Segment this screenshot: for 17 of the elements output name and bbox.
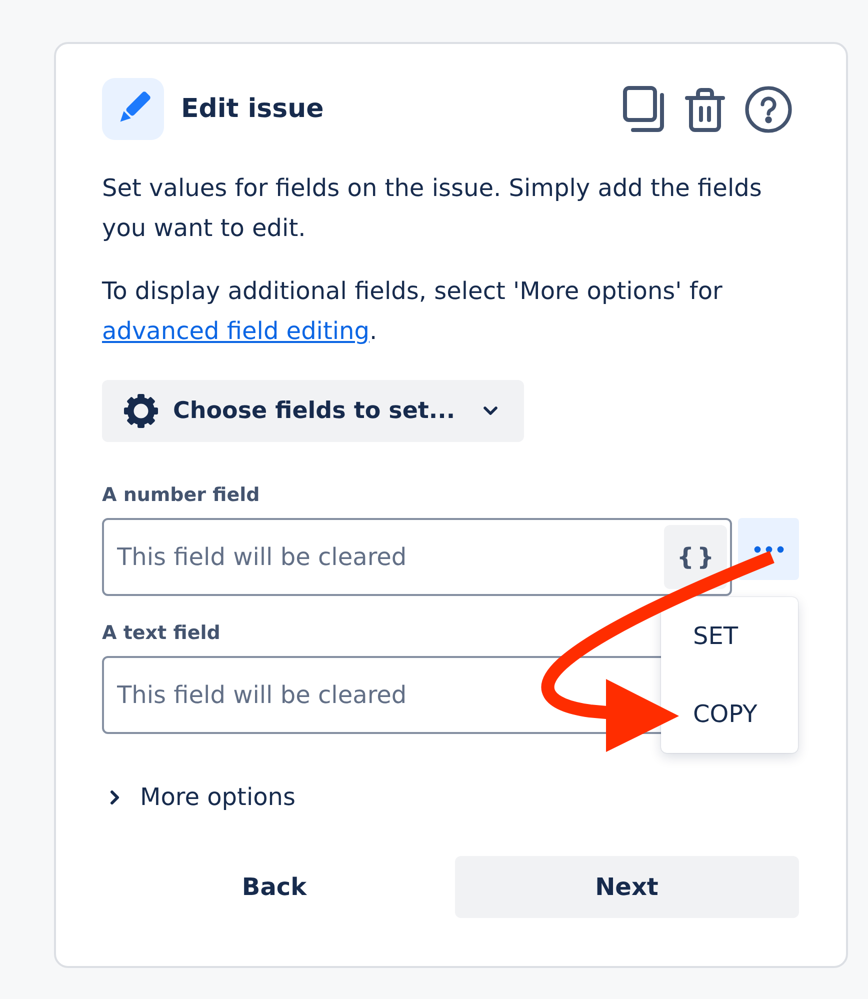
- trash-icon[interactable]: [685, 86, 725, 132]
- field-label: A number field: [102, 483, 260, 508]
- advanced-editing-link[interactable]: advanced field editing: [102, 317, 370, 345]
- back-button[interactable]: Back: [102, 856, 446, 918]
- help-icon[interactable]: [745, 86, 792, 132]
- choose-fields-button[interactable]: Choose fields to set...: [102, 380, 524, 442]
- next-button[interactable]: Next: [454, 856, 799, 918]
- more-options-toggle[interactable]: More options: [102, 777, 296, 817]
- intro-text: Set values for fields on the issue. Simply add the fields you want to edit.: [102, 173, 763, 244]
- field-label: A text field: [102, 621, 220, 646]
- settings-icon: [123, 393, 159, 429]
- chevron-down-icon: [483, 406, 498, 416]
- help-text: To display additional fields, select 'More options' for advanced field editing.: [102, 276, 724, 347]
- duplicate-icon[interactable]: [623, 86, 665, 132]
- dialog-title: Edit issue: [181, 94, 324, 124]
- pencil-icon: [102, 78, 164, 140]
- more-icon: [754, 546, 784, 552]
